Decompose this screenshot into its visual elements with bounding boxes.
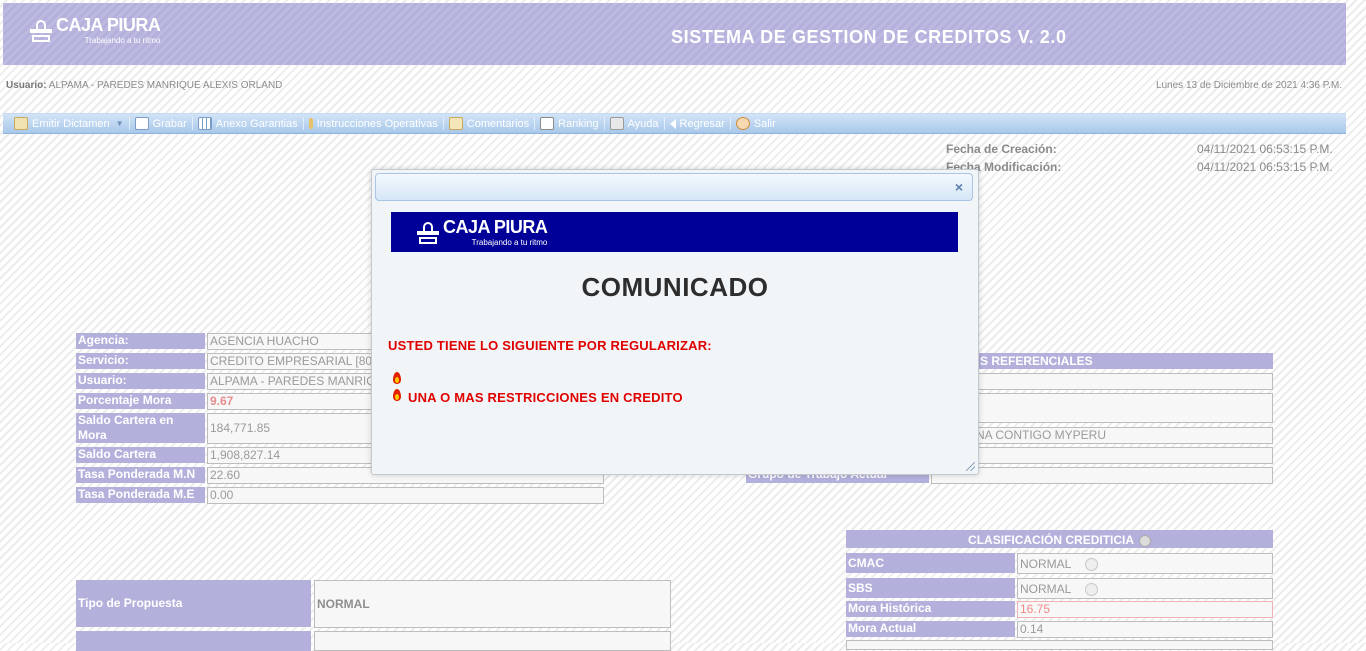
clasificacion-next-row <box>846 640 1273 650</box>
mora-actual-label: Mora Actual <box>846 621 1015 637</box>
cmac-field[interactable]: NORMAL <box>1017 553 1273 574</box>
info-icon <box>308 118 313 129</box>
toolbar-divider <box>302 117 304 130</box>
toolbar-divider <box>534 117 536 130</box>
cmac-value: NORMAL <box>1020 557 1072 571</box>
saldo-cartera-mora-label: Saldo Cartera en Mora <box>76 413 205 443</box>
comment-icon <box>448 117 463 130</box>
caja-piura-logo: CAJA PIURA Trabajando a tu ritmo <box>30 15 161 45</box>
ayuda-button[interactable]: Ayuda <box>605 114 664 133</box>
clasificacion-header: CLASIFICACIÓN CREDITICIA <box>846 530 1273 548</box>
toolbar-divider <box>603 117 605 130</box>
mora-actual-field[interactable]: 0.14 <box>1017 621 1273 638</box>
anexo-garantias-label: Anexo Garantias <box>215 117 298 130</box>
emitir-dictamen-button[interactable]: Emitir Dictamen ▼ <box>9 114 129 133</box>
anexo-garantias-button[interactable]: Anexo Garantias <box>193 114 303 133</box>
next-row-field[interactable] <box>314 631 671 651</box>
toolbar: Emitir Dictamen ▼ Grabar Anexo Garantias… <box>3 113 1346 134</box>
mora-historica-field[interactable]: 16.75 <box>1017 601 1273 618</box>
referencial-field-4[interactable] <box>931 447 1273 464</box>
salir-button[interactable]: Salir <box>731 114 781 133</box>
document-icon <box>14 117 28 130</box>
ranking-label: Ranking <box>558 117 599 130</box>
sbs-label: SBS <box>846 578 1015 598</box>
comentarios-button[interactable]: Comentarios <box>444 114 534 133</box>
logo-brand: CAJA PIURA <box>443 217 548 237</box>
system-title: SISTEMA DE GESTION DE CREDITOS V. 2.0 <box>671 27 1067 47</box>
tipo-propuesta-label: Tipo de Propuesta <box>76 580 311 627</box>
emitir-dictamen-label: Emitir Dictamen <box>32 117 110 130</box>
tipo-propuesta-field[interactable]: NORMAL <box>314 580 671 628</box>
instrucciones-operativas-label: Instrucciones Operativas <box>316 117 438 130</box>
info-icon[interactable] <box>1085 583 1099 597</box>
toolbar-divider <box>442 117 444 130</box>
sbs-value: NORMAL <box>1020 582 1072 596</box>
save-icon <box>134 117 149 130</box>
comunicado-dialog: × CAJA PIURA Trabajando a tu ritmo COMUN… <box>371 169 979 475</box>
caja-piura-logo: CAJA PIURA Trabajando a tu ritmo <box>417 217 548 247</box>
referencial-field-1[interactable] <box>931 373 1273 390</box>
user-value: ALPAMA - PAREDES MANRIQUE ALEXIS ORLAND <box>48 80 283 91</box>
refresh-icon[interactable] <box>1138 534 1151 547</box>
fire-icon <box>391 372 402 384</box>
chevron-down-icon[interactable]: ▼ <box>116 119 124 128</box>
current-date: Lunes 13 de Diciembre de 2021 4:36 P.M. <box>1155 80 1342 91</box>
grabar-button[interactable]: Grabar <box>130 114 192 133</box>
ranking-button[interactable]: Ranking <box>535 114 603 133</box>
edit-icon <box>540 117 555 130</box>
creation-date-label: Fecha de Creación: <box>946 142 1057 156</box>
dialog-banner: CAJA PIURA Trabajando a tu ritmo <box>391 212 958 252</box>
toolbar-divider <box>663 117 665 130</box>
referencial-field-3[interactable]: NA CONTIGO MYPERU <box>931 427 1273 444</box>
comentarios-label: Comentarios <box>466 117 530 130</box>
logo-brand: CAJA PIURA <box>56 15 161 35</box>
tasa-ponderada-me-field[interactable]: 0.00 <box>207 487 604 504</box>
app-header: CAJA PIURA Trabajando a tu ritmo SISTEMA… <box>3 3 1346 65</box>
instrucciones-operativas-button[interactable]: Instrucciones Operativas <box>304 114 443 133</box>
porcentaje-mora-label: Porcentaje Mora <box>76 393 205 409</box>
toolbar-divider <box>729 117 731 130</box>
logo-tagline: Trabajando a tu ritmo <box>84 36 161 45</box>
dialog-title: COMUNICADO <box>581 272 769 302</box>
resize-handle-icon[interactable] <box>966 462 975 471</box>
saldo-cartera-label: Saldo Cartera <box>76 447 205 463</box>
help-icon <box>609 117 624 130</box>
salir-label: Salir <box>753 117 776 130</box>
toolbar-divider <box>191 117 193 130</box>
toolbar-divider <box>128 117 130 130</box>
grabar-label: Grabar <box>152 117 187 130</box>
creation-date-value: 04/11/2021 06:53:15 P.M. <box>1197 142 1333 156</box>
table-icon <box>197 117 212 130</box>
tasa-ponderada-me-label: Tasa Ponderada M.E <box>76 487 205 503</box>
mora-historica-label: Mora Histórica <box>846 601 1015 617</box>
fire-icon <box>391 389 402 401</box>
caja-piura-logo-icon <box>30 19 52 42</box>
referencial-field-2[interactable] <box>931 393 1273 423</box>
agencia-label: Agencia: <box>76 333 205 349</box>
dialog-notice: USTED TIENE LO SIGUIENTE POR REGULARIZAR… <box>388 338 712 353</box>
dialog-titlebar[interactable]: × <box>375 173 973 201</box>
usuario-label: Usuario: <box>76 373 205 389</box>
cmac-label: CMAC <box>846 553 1015 573</box>
regresar-button[interactable]: Regresar <box>665 114 730 133</box>
servicio-label: Servicio: <box>76 353 205 369</box>
dialog-item: UNA O MAS RESTRICCIONES EN CREDITO <box>408 390 683 405</box>
info-icon[interactable] <box>1085 558 1099 572</box>
ayuda-label: Ayuda <box>627 117 659 130</box>
sbs-field[interactable]: NORMAL <box>1017 578 1273 599</box>
exit-icon <box>735 117 750 130</box>
caja-piura-logo-icon <box>417 221 439 244</box>
tasa-ponderada-mn-label: Tasa Ponderada M.N <box>76 467 205 483</box>
logo-tagline: Trabajando a tu ritmo <box>471 238 548 247</box>
back-arrow-icon <box>669 118 676 129</box>
user-info: Usuario: ALPAMA - PAREDES MANRIQUE ALEXI… <box>6 80 282 91</box>
close-icon[interactable]: × <box>955 179 963 195</box>
regresar-label: Regresar <box>679 117 725 130</box>
next-row-label <box>76 631 311 651</box>
clasificacion-header-label: CLASIFICACIÓN CREDITICIA <box>968 533 1134 547</box>
modification-date-value: 04/11/2021 06:53:15 P.M. <box>1197 160 1333 174</box>
grupo-trabajo-field[interactable] <box>931 467 1273 484</box>
user-label: Usuario: <box>6 80 47 91</box>
